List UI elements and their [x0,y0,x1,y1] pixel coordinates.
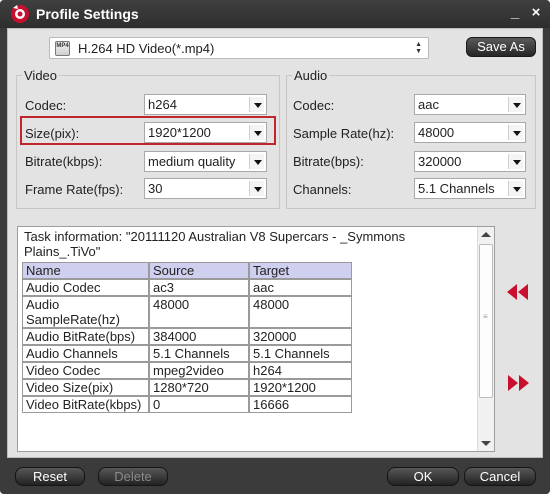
video-codec-value: h264 [148,97,177,112]
table-row: Audio SampleRate(hz) 48000 48000 [22,296,352,328]
task-info-line-1: Task information: "20111120 Australian V… [24,229,406,244]
video-framerate-value: 30 [148,181,163,196]
table-row: Video Codec mpeg2video h264 [22,362,352,379]
table-row: Video Size(pix) 1280*720 1920*1200 [22,379,352,396]
scroll-down-arrow-icon[interactable] [481,441,491,446]
video-bitrate-select[interactable]: medium quality [144,151,267,172]
video-bitrate-label: Bitrate(kbps): [25,154,103,169]
table-row: Video BitRate(kbps) 0 16666 [22,396,352,413]
cell-source: 5.1 Channels [149,345,249,362]
table-row: Audio Codec ac3 aac [22,279,352,296]
ok-button[interactable]: OK [387,467,459,486]
video-codec-label: Codec: [25,98,67,113]
forward-arrow-icon[interactable] [505,373,531,393]
reset-button[interactable]: Reset [15,467,85,486]
audio-bitrate-select[interactable]: 320000 [414,151,526,172]
vertical-scrollbar[interactable]: ≡ [477,227,494,451]
settings-panel: MP4 H.264 HD Video(*.mp4) ▲ ▼ Save As Vid… [7,28,543,458]
delete-button[interactable]: Delete [98,467,168,486]
minimize-button[interactable]: _ [506,4,524,22]
save-as-button[interactable]: Save As [466,37,536,57]
cell-target: 48000 [249,296,352,328]
cell-source: mpeg2video [149,362,249,379]
video-legend: Video [22,68,60,83]
profile-select[interactable]: MP4 H.264 HD Video(*.mp4) ▲ ▼ [49,37,429,59]
video-framerate-select[interactable]: 30 [144,178,267,199]
cell-name: Audio Channels [22,345,149,362]
window-title: Profile Settings [36,6,139,22]
cell-source: 384000 [149,328,249,345]
cell-target: 320000 [249,328,352,345]
up-down-spin-icon: ▲ ▼ [415,41,422,55]
close-button[interactable]: × [527,4,545,22]
table-row: Audio Channels 5.1 Channels 5.1 Channels [22,345,352,362]
audio-samplerate-select[interactable]: 48000 [414,122,526,143]
cell-name: Audio Codec [22,279,149,296]
cell-name: Audio BitRate(bps) [22,328,149,345]
cell-target: 5.1 Channels [249,345,352,362]
cell-name: Video Codec [22,362,149,379]
title-bar: Profile Settings _ × [0,0,550,28]
audio-bitrate-value: 320000 [418,154,462,169]
cell-source: 48000 [149,296,249,328]
dropdown-arrow-icon [508,154,523,169]
scroll-up-arrow-icon[interactable] [481,232,491,237]
dropdown-arrow-icon [508,125,523,140]
column-header-target: Target [249,262,352,279]
video-format-icon: MP4 [55,41,70,56]
audio-samplerate-value: 48000 [418,125,455,140]
cell-target: aac [249,279,352,296]
audio-channels-value: 5.1 Channels [418,181,495,196]
column-header-source: Source [149,262,249,279]
task-info-panel: Task information: "20111120 Australian V… [17,226,495,452]
task-info-line-2: Plains_.TiVo" [24,244,101,259]
cell-name: Video Size(pix) [22,379,149,396]
cell-source: 0 [149,396,249,413]
cell-name: Audio SampleRate(hz) [22,296,149,328]
cell-target: 16666 [249,396,352,413]
cancel-button[interactable]: Cancel [464,467,536,486]
audio-codec-label: Codec: [293,98,335,113]
dropdown-arrow-icon [508,181,523,196]
scroll-thumb[interactable]: ≡ [479,244,493,398]
task-information: Task information: "20111120 Australian V… [24,229,479,259]
audio-bitrate-label: Bitrate(bps): [293,154,364,169]
dropdown-arrow-icon [249,154,264,169]
audio-channels-label: Channels: [293,182,352,197]
cell-target: h264 [249,362,352,379]
cell-source: ac3 [149,279,249,296]
video-framerate-label: Frame Rate(fps): [25,182,124,197]
dropdown-arrow-icon [508,97,523,112]
audio-channels-select[interactable]: 5.1 Channels [414,178,526,199]
audio-legend: Audio [292,68,330,83]
info-table: Name Source Target Audio Codec ac3 aac A… [22,262,352,413]
grip-icon: ≡ [483,312,488,321]
cell-name: Video BitRate(kbps) [22,396,149,413]
audio-samplerate-label: Sample Rate(hz): [293,126,395,141]
video-codec-select[interactable]: h264 [144,94,267,115]
table-header-row: Name Source Target [22,262,352,279]
size-highlight-box [20,116,276,145]
audio-codec-value: aac [418,97,439,112]
profile-settings-window: Profile Settings _ × MP4 H.264 HD Video(… [0,0,550,494]
table-row: Audio BitRate(bps) 384000 320000 [22,328,352,345]
rewind-arrow-icon[interactable] [505,282,531,302]
app-logo-icon [11,5,29,23]
video-bitrate-value: medium quality [148,154,236,169]
profile-select-value: H.264 HD Video(*.mp4) [78,41,215,56]
cell-source: 1280*720 [149,379,249,396]
dropdown-arrow-icon [249,97,264,112]
column-header-name: Name [22,262,149,279]
audio-codec-select[interactable]: aac [414,94,526,115]
dropdown-arrow-icon [249,181,264,196]
cell-target: 1920*1200 [249,379,352,396]
